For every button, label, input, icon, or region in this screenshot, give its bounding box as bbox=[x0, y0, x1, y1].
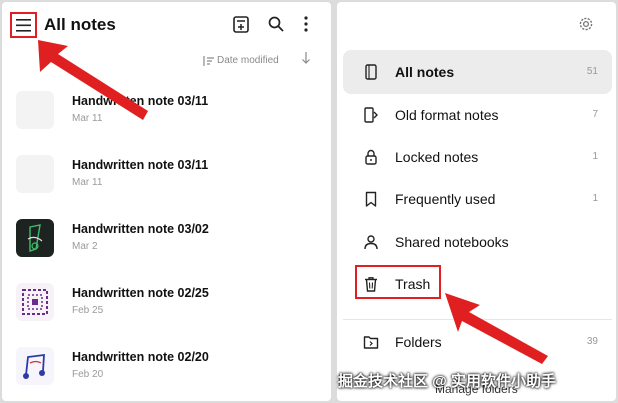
watermark: 掘金技术社区 @ 实用软件小助手 bbox=[338, 373, 556, 390]
arrow-to-menu-icon bbox=[38, 40, 148, 120]
screenshot-frame: All notes Date modified Handwritten note… bbox=[0, 0, 618, 403]
annotation-arrows bbox=[38, 40, 548, 364]
arrow-to-trash-icon bbox=[445, 293, 548, 364]
